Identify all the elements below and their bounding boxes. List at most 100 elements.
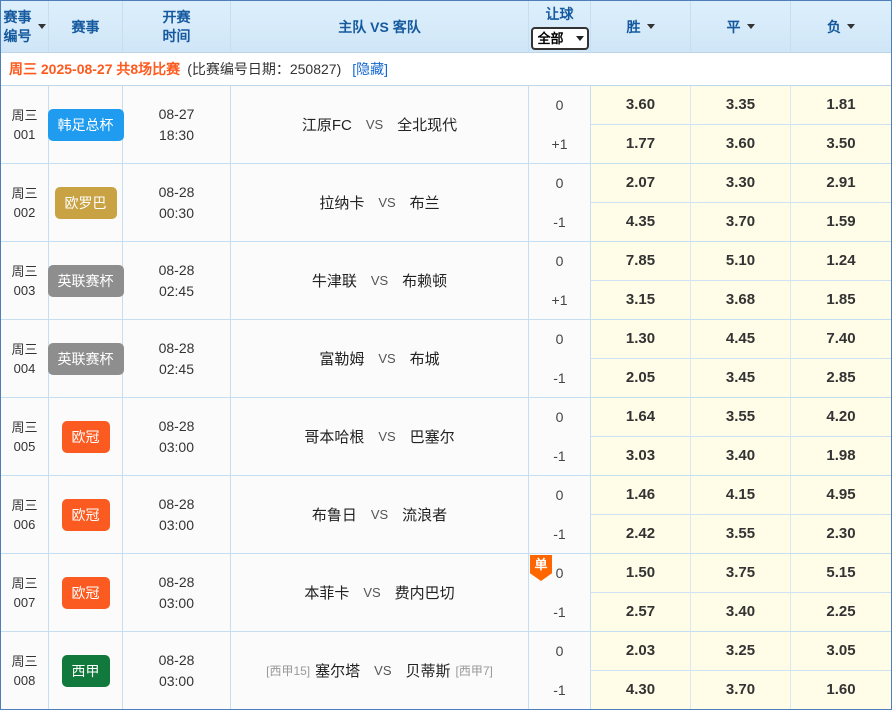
odds-cell-win[interactable]: 4.30 <box>591 671 691 710</box>
odds-cell-lose[interactable]: 2.91 <box>791 164 891 203</box>
odds-cell-draw[interactable]: 3.75 <box>691 554 791 593</box>
vs-label: VS <box>374 663 391 678</box>
odds-cell-lose[interactable]: 2.30 <box>791 515 891 554</box>
odds-cell-draw[interactable]: 3.55 <box>691 398 791 437</box>
odds-cell-lose[interactable]: 3.50 <box>791 125 891 164</box>
day-group-code: (比赛编号日期：250827) <box>187 59 341 79</box>
match-day: 周三 <box>11 496 37 515</box>
odds-cell-lose[interactable]: 5.15 <box>791 554 891 593</box>
league-badge: 欧罗巴 <box>55 187 117 219</box>
header-win[interactable]: 胜 <box>591 1 691 52</box>
odds-cell-lose[interactable]: 1.85 <box>791 281 891 320</box>
odds-cell-draw[interactable]: 3.55 <box>691 515 791 554</box>
handicap-cell: 0-1 <box>529 320 591 397</box>
odds-cell-win[interactable]: 1.50 <box>591 554 691 593</box>
hide-link[interactable]: [隐藏] <box>352 59 388 79</box>
odds-cell-lose[interactable]: 1.60 <box>791 671 891 710</box>
odds-cell-draw[interactable]: 5.10 <box>691 242 791 281</box>
league-badge: 英联赛杯 <box>48 265 124 297</box>
odds-cell-draw[interactable]: 3.30 <box>691 164 791 203</box>
home-team: 哥本哈根 <box>304 426 364 447</box>
odds-cell-lose[interactable]: 1.59 <box>791 203 891 242</box>
odds-cell-lose[interactable]: 4.95 <box>791 476 891 515</box>
header-lose[interactable]: 负 <box>791 1 891 52</box>
odds-cell-draw[interactable]: 3.40 <box>691 593 791 632</box>
odds-cell-draw[interactable]: 3.70 <box>691 671 791 710</box>
odds-cell-draw[interactable]: 3.60 <box>691 125 791 164</box>
odds-cell-draw[interactable]: 3.40 <box>691 437 791 476</box>
odds-cell-draw[interactable]: 3.35 <box>691 86 791 125</box>
teams-cell: 拉纳卡 VS 布兰 <box>231 164 529 241</box>
single-badge: 单 <box>530 555 552 581</box>
away-team: 全北现代 <box>397 114 457 135</box>
odds-cell-win[interactable]: 1.30 <box>591 320 691 359</box>
match-row: 周三 006 欧冠 08-28 03:00 布鲁日 VS 流浪者 0-1 1.4… <box>1 476 891 554</box>
odds-cell-draw[interactable]: 4.15 <box>691 476 791 515</box>
match-time: 03:00 <box>159 437 194 458</box>
odds-cell-win[interactable]: 1.64 <box>591 398 691 437</box>
home-team: 富勒姆 <box>319 348 364 369</box>
league-badge: 欧冠 <box>62 577 110 609</box>
header-lose-label: 负 <box>827 17 841 37</box>
odds-cell-win[interactable]: 2.03 <box>591 632 691 671</box>
home-team: 江原FC <box>302 114 352 135</box>
odds-grid: 1.643.554.20 3.033.401.98 <box>591 398 891 475</box>
match-no: 008 <box>14 671 36 690</box>
odds-cell-win[interactable]: 2.57 <box>591 593 691 632</box>
odds-cell-lose[interactable]: 3.05 <box>791 632 891 671</box>
odds-cell-win[interactable]: 7.85 <box>591 242 691 281</box>
match-row: 周三 005 欧冠 08-28 03:00 哥本哈根 VS 巴塞尔 0-1 1.… <box>1 398 891 476</box>
odds-cell-win[interactable]: 2.05 <box>591 359 691 398</box>
odds-cell-win[interactable]: 1.46 <box>591 476 691 515</box>
away-team: 贝蒂斯 <box>406 660 451 681</box>
odds-cell-lose[interactable]: 2.85 <box>791 359 891 398</box>
match-day: 周三 <box>11 184 37 203</box>
teams-cell: 本菲卡 VS 费内巴切 <box>231 554 529 631</box>
match-time: 02:45 <box>159 281 194 302</box>
handicap-value: 0 <box>556 86 564 125</box>
match-time: 02:45 <box>159 359 194 380</box>
odds-cell-win[interactable]: 3.60 <box>591 86 691 125</box>
home-team: 拉纳卡 <box>319 192 364 213</box>
match-number-cell: 周三 004 <box>1 320 49 397</box>
odds-cell-lose[interactable]: 1.81 <box>791 86 891 125</box>
odds-cell-win[interactable]: 1.77 <box>591 125 691 164</box>
day-group-date: 周三 2025-08-27 共8场比赛 <box>9 59 180 79</box>
odds-cell-draw[interactable]: 3.25 <box>691 632 791 671</box>
match-number-cell: 周三 008 <box>1 632 49 709</box>
odds-cell-lose[interactable]: 7.40 <box>791 320 891 359</box>
odds-cell-win[interactable]: 3.03 <box>591 437 691 476</box>
odds-cell-draw[interactable]: 3.70 <box>691 203 791 242</box>
odds-cell-win[interactable]: 3.15 <box>591 281 691 320</box>
header-draw-label: 平 <box>727 17 741 37</box>
time-cell: 08-28 02:45 <box>123 242 231 319</box>
odds-cell-win[interactable]: 4.35 <box>591 203 691 242</box>
odds-cell-lose[interactable]: 4.20 <box>791 398 891 437</box>
odds-cell-win[interactable]: 2.42 <box>591 515 691 554</box>
header-match-no[interactable]: 赛事 编号 <box>1 1 49 52</box>
match-row: 周三 003 英联赛杯 08-28 02:45 牛津联 VS 布赖顿 0+1 7… <box>1 242 891 320</box>
odds-cell-draw[interactable]: 3.68 <box>691 281 791 320</box>
header-handicap-label: 让球 <box>546 4 574 24</box>
match-date: 08-28 <box>159 416 195 437</box>
match-date: 08-28 <box>159 260 195 281</box>
handicap-value: -1 <box>553 203 565 242</box>
handicap-value: 0 <box>556 476 564 515</box>
odds-cell-lose[interactable]: 1.98 <box>791 437 891 476</box>
handicap-value: 0 <box>556 398 564 437</box>
odds-cell-win[interactable]: 2.07 <box>591 164 691 203</box>
odds-cell-draw[interactable]: 3.45 <box>691 359 791 398</box>
odds-grid: 1.304.457.40 2.053.452.85 <box>591 320 891 397</box>
home-team: 本菲卡 <box>304 582 349 603</box>
teams-cell: 布鲁日 VS 流浪者 <box>231 476 529 553</box>
odds-cell-lose[interactable]: 2.25 <box>791 593 891 632</box>
header-league: 赛事 <box>49 1 123 52</box>
odds-cell-draw[interactable]: 4.45 <box>691 320 791 359</box>
match-time: 03:00 <box>159 593 194 614</box>
header-match-no-label: 赛事 编号 <box>4 8 32 46</box>
header-draw[interactable]: 平 <box>691 1 791 52</box>
odds-cell-lose[interactable]: 1.24 <box>791 242 891 281</box>
handicap-filter-select[interactable]: 全部 <box>531 27 589 50</box>
away-team: 布赖顿 <box>402 270 447 291</box>
odds-grid: 2.033.253.05 4.303.701.60 <box>591 632 891 709</box>
